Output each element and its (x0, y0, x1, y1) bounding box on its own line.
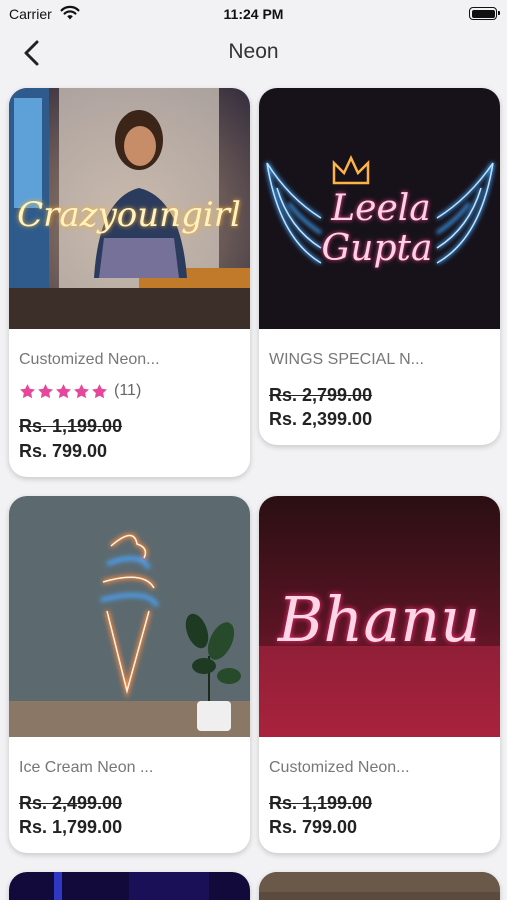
product-name: Customized Neon... (269, 759, 410, 776)
neon-text-core: Crazyoungirl (17, 195, 241, 235)
star-icon (20, 383, 35, 398)
status-bar: Carrier 11:24 PM (0, 0, 507, 28)
rating: (11) (19, 382, 141, 400)
rating-count: (11) (114, 382, 142, 399)
product-name: WINGS SPECIAL N... (269, 351, 424, 368)
product-card[interactable]: Bhanu Bhanu Customized Neon... Rs. 1,199… (259, 496, 500, 853)
neon-text-core: Bhanu (277, 583, 480, 656)
product-card[interactable]: Leela Leela Gupta Gupta WINGS SPECIAL N.… (259, 88, 500, 445)
new-price: Rs. 799.00 (269, 817, 358, 837)
old-price: Rs. 2,799.00 (269, 385, 373, 405)
neon-text-line2-core: Gupta (322, 228, 433, 269)
product-name: Ice Cream Neon ... (19, 759, 154, 776)
product-card[interactable] (9, 872, 250, 900)
old-price: Rs. 1,199.00 (19, 416, 123, 436)
star-icon (56, 383, 71, 398)
neon-text-line1-core: Leela (330, 188, 431, 229)
new-price: Rs. 1,799.00 (19, 817, 123, 837)
product-card[interactable] (259, 872, 500, 900)
nav-bar: Neon (0, 28, 507, 76)
product-image (9, 872, 250, 900)
star-icon (38, 383, 53, 398)
old-price: Rs. 2,499.00 (19, 793, 123, 813)
product-card[interactable]: Ice Cream Neon ... Rs. 2,499.00 Rs. 1,79… (9, 496, 250, 853)
product-name: Customized Neon... (19, 351, 160, 368)
product-card[interactable]: Crazyoungirl Crazyoungirl Customized Neo… (9, 88, 250, 477)
product-image: Leela Leela Gupta Gupta (259, 88, 500, 329)
battery-icon (469, 7, 500, 20)
new-price: Rs. 799.00 (19, 441, 108, 461)
star-icon (92, 383, 107, 398)
status-time: 11:24 PM (223, 6, 284, 22)
product-image (259, 872, 500, 900)
page-title: Neon (228, 40, 279, 63)
new-price: Rs. 2,399.00 (269, 409, 373, 429)
product-image (9, 496, 250, 737)
old-price: Rs. 1,199.00 (269, 793, 373, 813)
product-image: Crazyoungirl Crazyoungirl (9, 88, 250, 329)
product-image: Bhanu Bhanu (259, 496, 500, 737)
star-icon (74, 383, 89, 398)
